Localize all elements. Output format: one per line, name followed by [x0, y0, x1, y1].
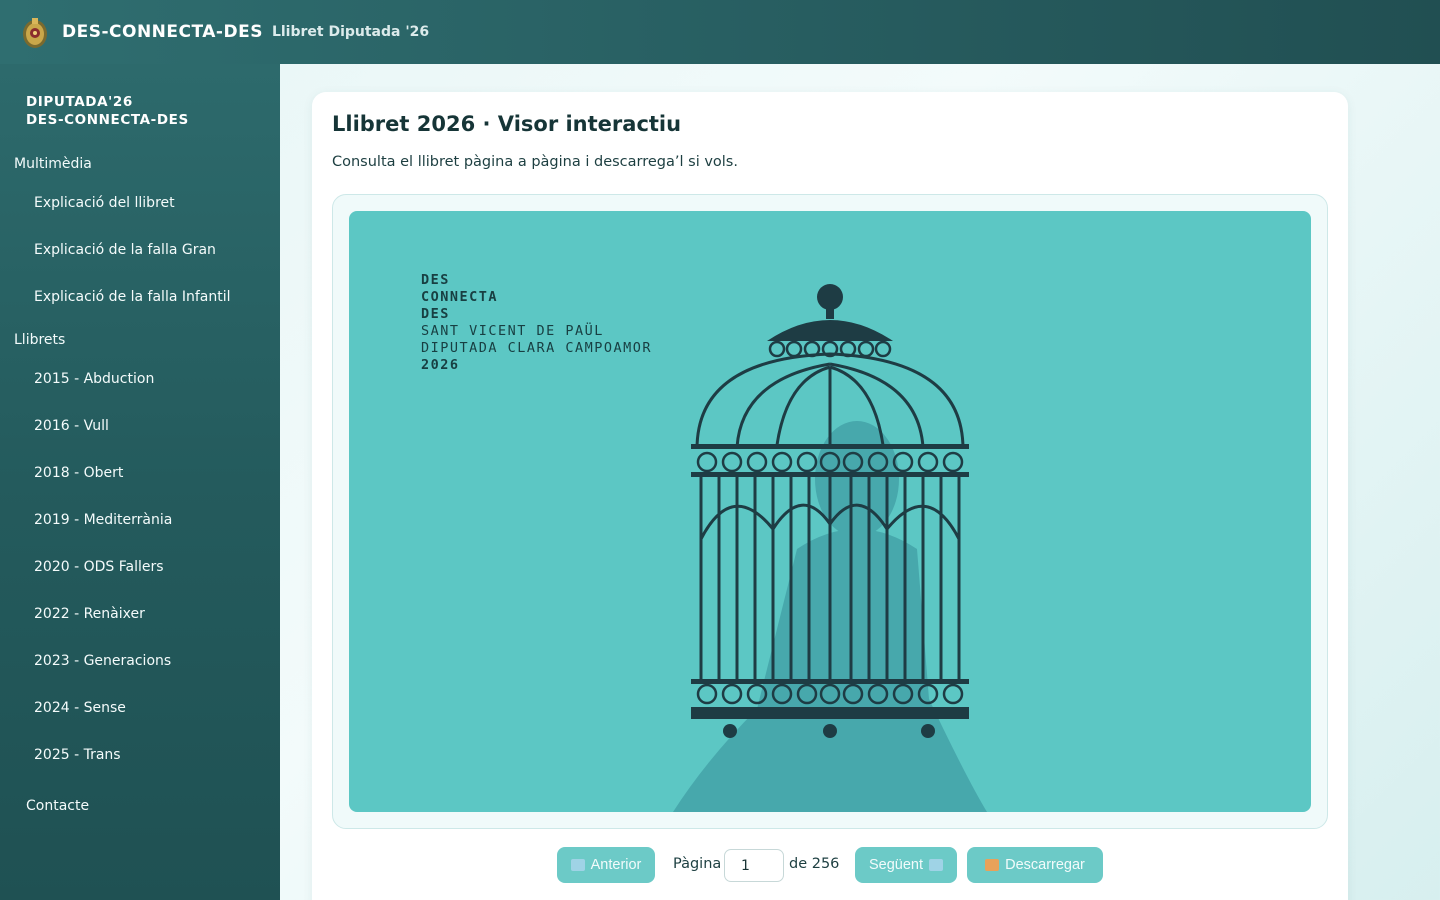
cover-line-connecta: CONNECTA — [421, 289, 499, 305]
sidebar-item-2022[interactable]: 2022 - Renàixer — [34, 606, 145, 622]
sidebar-item-2019[interactable]: 2019 - Mediterrània — [34, 512, 172, 528]
page-number-input[interactable] — [724, 849, 784, 882]
section-llibrets: Llibrets — [14, 332, 66, 348]
flipbook-viewer: DES CONNECTA DES SANT VICENT DE PAÜL DIP… — [332, 194, 1328, 829]
download-button[interactable]: Descarregar — [967, 847, 1103, 883]
download-tray-icon — [985, 859, 1000, 871]
falla-logo-icon[interactable] — [20, 14, 50, 50]
sidebar-brand[interactable]: DIPUTADA'26 DES-CONNECTA-DES — [26, 93, 189, 129]
viewer-card: Llibret 2026 · Visor interactiu Consulta… — [312, 92, 1348, 900]
top-header: DES-CONNECTA-DES Llibret Diputada '26 — [0, 0, 1440, 64]
sidebar-item-explicacio-falla-gran[interactable]: Explicació de la falla Gran — [34, 242, 216, 258]
next-page-button[interactable]: Següent — [855, 847, 957, 883]
site-subtitle: Llibret Diputada '26 — [271, 24, 430, 40]
cover-line-diputada: DIPUTADA CLARA CAMPOAMOR — [421, 340, 653, 356]
sidebar-item-2020[interactable]: 2020 - ODS Fallers — [34, 559, 164, 575]
page-title: Llibret 2026 · Visor interactiu — [332, 112, 682, 136]
next-page-label: Següent — [868, 857, 924, 873]
section-multimedia: Multimèdia — [14, 156, 92, 172]
sidebar-item-2016[interactable]: 2016 - Vull — [34, 418, 109, 434]
viewer-controls: Anterior Pàgina de 256 Següent Descarreg… — [312, 847, 1348, 883]
download-label: Descarregar — [1005, 857, 1085, 873]
cover-line-year: 2026 — [421, 357, 460, 373]
page-total-label: de 256 — [789, 856, 840, 872]
arrow-left-icon — [570, 859, 585, 871]
sidebar: DIPUTADA'26 DES-CONNECTA-DES Multimèdia … — [0, 64, 280, 900]
brand-line-2: DES-CONNECTA-DES — [26, 112, 189, 128]
cover-line-des-2: DES — [421, 306, 450, 322]
sidebar-item-2015[interactable]: 2015 - Abduction — [34, 371, 154, 387]
sidebar-item-2024[interactable]: 2024 - Sense — [34, 700, 126, 716]
prev-page-button[interactable]: Anterior — [557, 847, 655, 883]
sidebar-item-2023[interactable]: 2023 - Generacions — [34, 653, 171, 669]
brand-line-1: DIPUTADA'26 — [26, 94, 133, 110]
llibret-page[interactable]: DES CONNECTA DES SANT VICENT DE PAÜL DIP… — [349, 211, 1311, 812]
page-description: Consulta el llibret pàgina a pàgina i de… — [332, 154, 738, 170]
page-label: Pàgina — [673, 856, 722, 872]
cover-line-sant-vicent: SANT VICENT DE PAÜL — [421, 323, 604, 339]
arrow-right-icon — [929, 859, 944, 871]
site-title[interactable]: DES-CONNECTA-DES — [62, 22, 263, 42]
prev-page-label: Anterior — [590, 857, 642, 873]
sidebar-item-explicacio-llibret[interactable]: Explicació del llibret — [34, 195, 175, 211]
sidebar-item-2018[interactable]: 2018 - Obert — [34, 465, 123, 481]
sidebar-item-explicacio-falla-infantil[interactable]: Explicació de la falla Infantil — [34, 289, 231, 305]
birdcage-illustration — [673, 284, 987, 812]
sidebar-item-contacte[interactable]: Contacte — [26, 798, 89, 814]
cover-line-des: DES — [421, 272, 450, 288]
sidebar-item-2025[interactable]: 2025 - Trans — [34, 747, 121, 763]
